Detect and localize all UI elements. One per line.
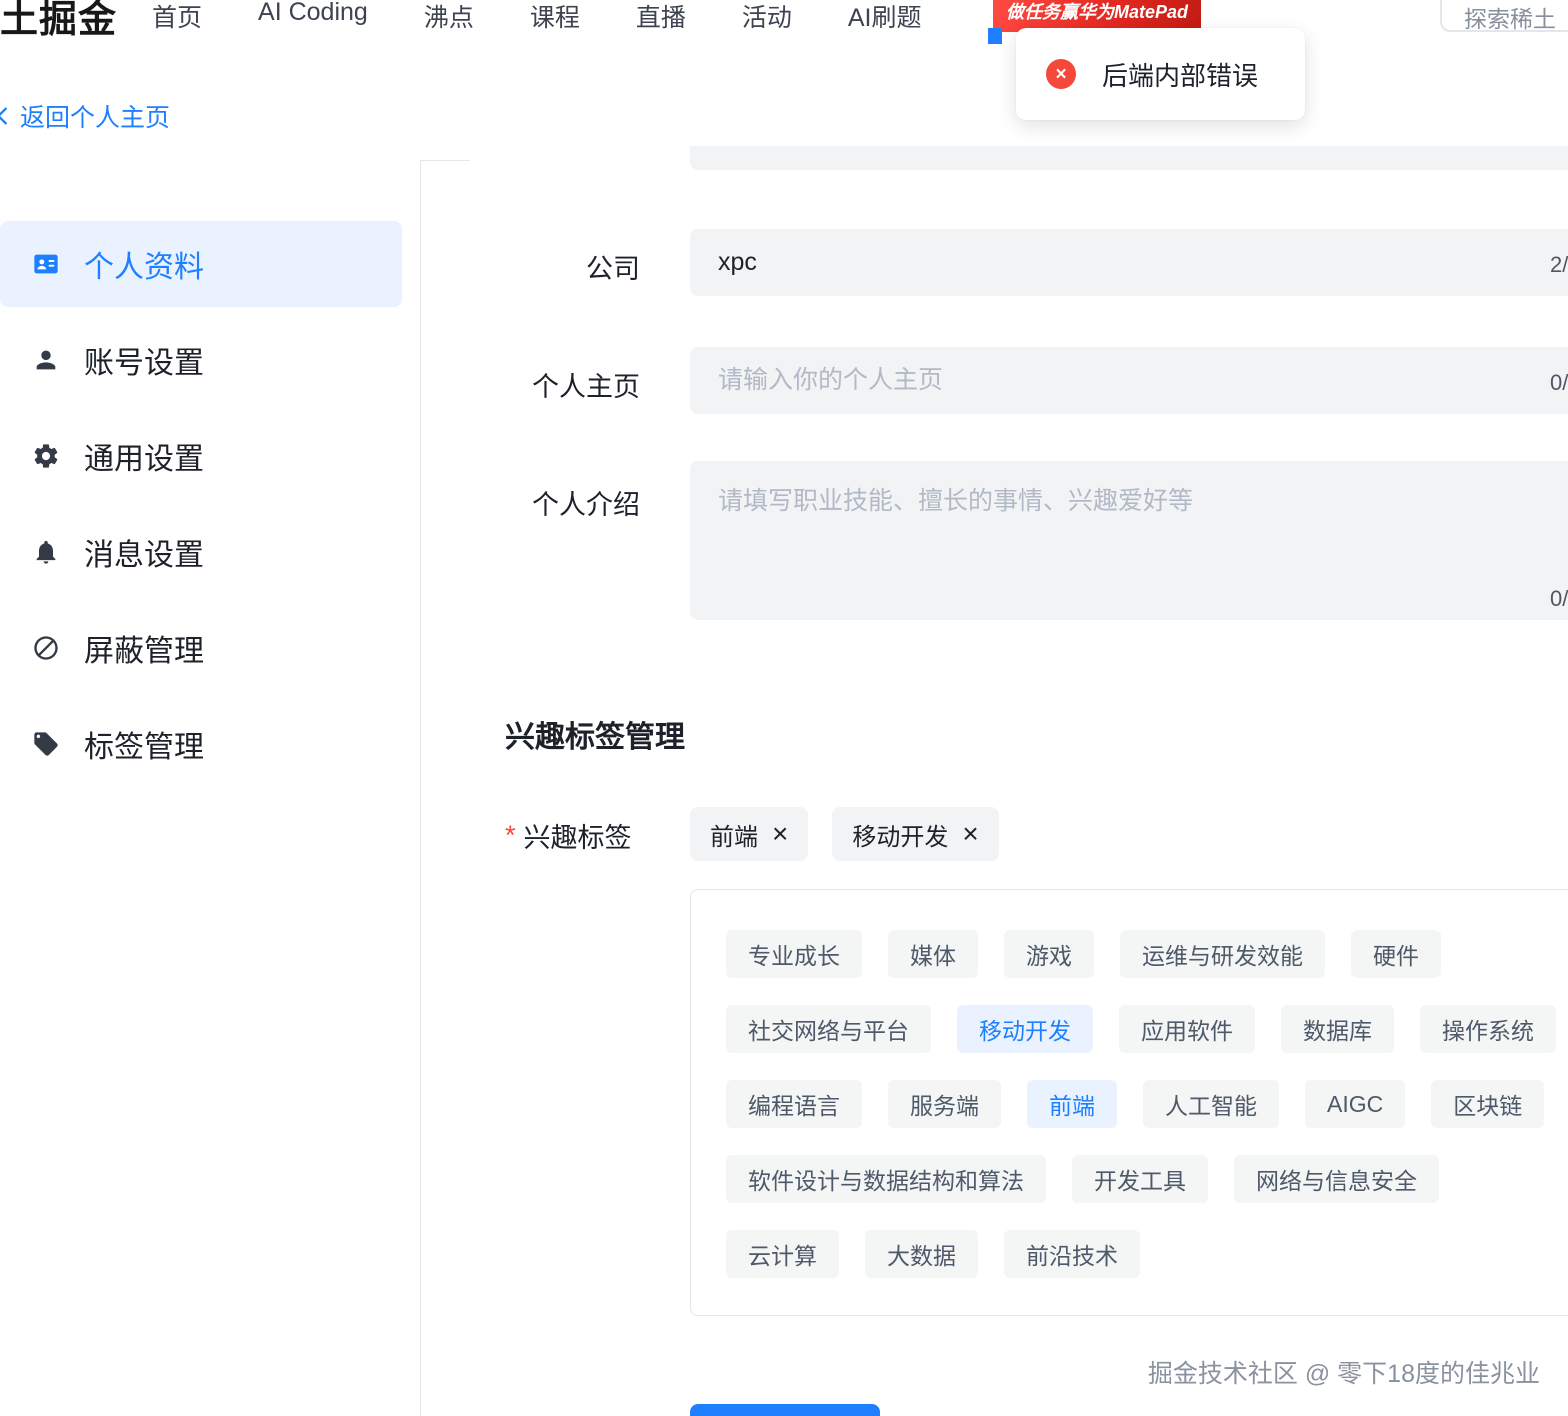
nav-item-1[interactable]: AI Coding xyxy=(258,0,368,34)
selected-tags: 前端 × 移动开发 × xyxy=(690,807,999,861)
sidebar-item-5[interactable]: 标签管理 xyxy=(0,701,402,787)
tag-row: 软件设计与数据结构和算法 开发工具 网络与信息安全 xyxy=(726,1155,1568,1203)
back-link[interactable]: 返回个人主页 xyxy=(0,98,170,134)
sidebar-item-label: 个人资料 xyxy=(84,251,204,284)
tag-pill[interactable]: 媒体 xyxy=(888,930,978,978)
sidebar-item-label: 消息设置 xyxy=(84,539,204,572)
promo-banner-text: 做任务赢华为MatePad xyxy=(1005,2,1189,22)
block-icon xyxy=(32,634,60,662)
tag-pill[interactable]: 社交网络与平台 xyxy=(726,1005,931,1053)
tag-pill[interactable]: 服务端 xyxy=(888,1080,1001,1128)
promo-banner-corner xyxy=(988,28,1002,44)
sidebar-item-label: 通用设置 xyxy=(84,443,204,476)
tag-row: 专业成长 媒体 游戏 运维与研发效能 硬件 xyxy=(726,930,1568,978)
tag-picker-panel: 专业成长 媒体 游戏 运维与研发效能 硬件 社交网络与平台 移动开发 应用软件 数据库 操作系统编… xyxy=(690,889,1568,1316)
nav-item-4[interactable]: 直播 xyxy=(636,0,686,34)
nav-item-3[interactable]: 课程 xyxy=(530,0,580,34)
tag-pill[interactable]: 前沿技术 xyxy=(1004,1230,1140,1278)
tag-pill[interactable]: 前端 xyxy=(1027,1080,1117,1128)
tag-icon xyxy=(32,730,60,758)
interest-field-label-row: * 兴趣标签 xyxy=(505,816,632,855)
intro-label: 个人介绍 xyxy=(532,490,640,520)
selected-tag-chip[interactable]: 移动开发 × xyxy=(832,807,999,861)
selected-tag-label: 移动开发 xyxy=(852,823,949,851)
tag-pill[interactable]: 开发工具 xyxy=(1072,1155,1208,1203)
tag-pill[interactable]: 大数据 xyxy=(865,1230,978,1278)
gear-icon xyxy=(32,442,60,470)
save-button[interactable] xyxy=(690,1404,880,1416)
sidebar-item-2[interactable]: 通用设置 xyxy=(0,413,402,499)
tag-pill[interactable]: 云计算 xyxy=(726,1230,839,1278)
sidebar-item-label: 屏蔽管理 xyxy=(84,635,204,668)
selected-tag-label: 前端 xyxy=(710,823,758,851)
tag-rows: 专业成长 媒体 游戏 运维与研发效能 硬件 社交网络与平台 移动开发 应用软件 数据库 操作系统编… xyxy=(726,930,1568,1278)
tag-pill[interactable]: 应用软件 xyxy=(1119,1005,1255,1053)
remove-tag-icon[interactable]: × xyxy=(962,820,978,848)
intro-textarea[interactable] xyxy=(690,461,1568,620)
id-card-icon xyxy=(32,250,60,278)
nav-item-6[interactable]: AI刷题 xyxy=(848,0,922,34)
bell-icon xyxy=(32,538,60,566)
sidebar-menu: 个人资料账号设置通用设置消息设置屏蔽管理标签管理 xyxy=(0,160,420,787)
tag-pill[interactable]: 软件设计与数据结构和算法 xyxy=(726,1155,1046,1203)
tag-pill[interactable]: 人工智能 xyxy=(1143,1080,1279,1128)
required-asterisk: * xyxy=(505,820,516,850)
interest-field-label: 兴趣标签 xyxy=(523,823,632,853)
tag-pill[interactable]: 编程语言 xyxy=(726,1080,862,1128)
settings-page: 土掘金 首页 AI Coding 沸点 课程 直播 活动 AI刷题 做任务赢华为MatePa… xyxy=(0,0,1568,1416)
tag-row: 社交网络与平台 移动开发 应用软件 数据库 操作系统 xyxy=(726,1005,1568,1053)
tag-pill[interactable]: 移动开发 xyxy=(957,1005,1093,1053)
tag-pill[interactable]: 操作系统 xyxy=(1420,1005,1556,1053)
intro-char-count: 0/ xyxy=(1550,586,1568,611)
nav-item-0[interactable]: 首页 xyxy=(152,0,202,34)
tag-pill[interactable]: 区块链 xyxy=(1431,1080,1545,1128)
selected-tag-chip[interactable]: 前端 × xyxy=(690,807,809,861)
sidebar-item-3[interactable]: 消息设置 xyxy=(0,509,402,595)
sidebar-item-4[interactable]: 屏蔽管理 xyxy=(0,605,402,691)
tag-pill[interactable]: 数据库 xyxy=(1281,1005,1394,1053)
tag-pill[interactable]: 运维与研发效能 xyxy=(1120,930,1325,978)
tag-pill[interactable]: 专业成长 xyxy=(726,930,862,978)
company-char-count: 2/ xyxy=(1550,252,1568,277)
tag-pill[interactable]: AIGC xyxy=(1305,1080,1406,1128)
tag-pill[interactable]: 游戏 xyxy=(1004,930,1094,978)
interest-section-title: 兴趣标签管理 xyxy=(505,721,685,754)
tag-row: 云计算 大数据 前沿技术 xyxy=(726,1230,1568,1278)
nav-items: 首页 AI Coding 沸点 课程 直播 活动 AI刷题 xyxy=(152,0,922,34)
sidebar-item-label: 标签管理 xyxy=(84,731,204,764)
homepage-char-count: 0/ xyxy=(1550,370,1568,395)
site-logo[interactable]: 土掘金 xyxy=(0,0,117,43)
back-link-label: 返回个人主页 xyxy=(20,104,171,132)
tag-pill[interactable]: 网络与信息安全 xyxy=(1234,1155,1439,1203)
nav-item-5[interactable]: 活动 xyxy=(742,0,792,34)
company-label: 公司 xyxy=(586,254,640,284)
sidebar-item-label: 账号设置 xyxy=(84,347,204,380)
nav-item-2[interactable]: 沸点 xyxy=(424,0,474,34)
sidebar: 个人资料账号设置通用设置消息设置屏蔽管理标签管理 xyxy=(0,160,421,1416)
error-circle-icon: × xyxy=(1046,59,1076,89)
error-toast: × 后端内部错误 xyxy=(1016,28,1305,120)
sidebar-item-0[interactable]: 个人资料 xyxy=(0,221,402,307)
search-placeholder-text: 探索稀土 xyxy=(1464,6,1556,32)
remove-tag-icon[interactable]: × xyxy=(772,820,788,848)
chevron-left-icon xyxy=(0,105,14,127)
homepage-input[interactable] xyxy=(690,347,1568,414)
tag-row: 编程语言 服务端 前端 人工智能 AIGC 区块链 xyxy=(726,1080,1568,1128)
watermark-text: 掘金技术社区 @ 零下18度的佳兆业 xyxy=(1147,1360,1540,1388)
homepage-label: 个人主页 xyxy=(532,372,640,402)
search-box[interactable]: 探索稀土 xyxy=(1440,0,1568,32)
tag-pill[interactable]: 硬件 xyxy=(1351,930,1441,978)
sidebar-item-1[interactable]: 账号设置 xyxy=(0,317,402,403)
company-input[interactable] xyxy=(690,229,1568,296)
error-toast-message: 后端内部错误 xyxy=(1102,60,1259,91)
partial-input-above[interactable] xyxy=(690,146,1568,170)
user-icon xyxy=(32,346,60,374)
